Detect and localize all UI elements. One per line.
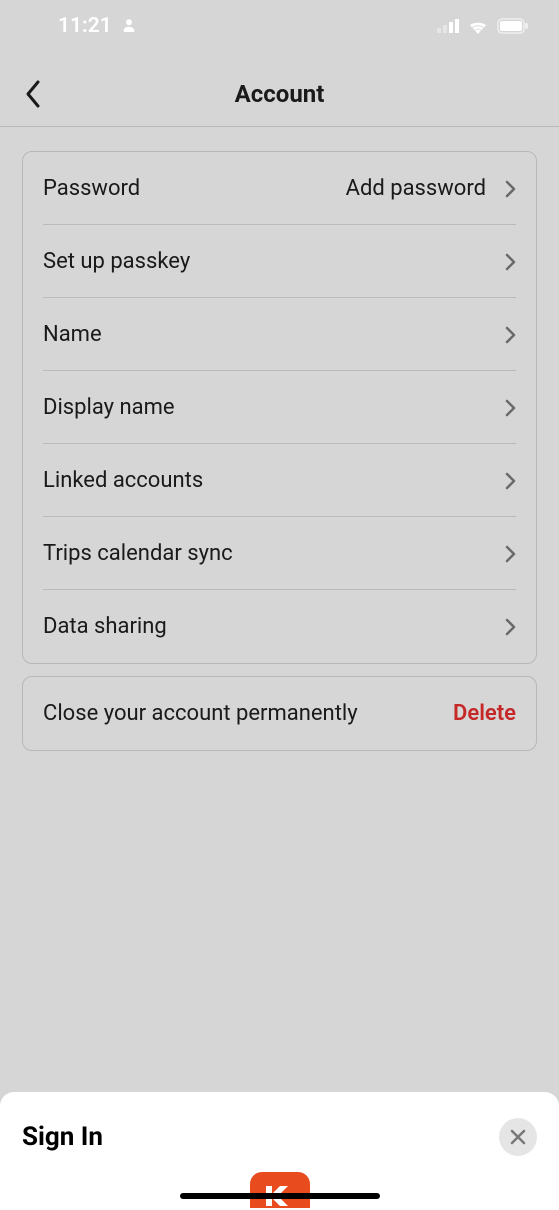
delete-action[interactable]: Delete (453, 701, 516, 726)
delete-account-row[interactable]: Close your account permanently Delete (23, 677, 536, 750)
row-value: Add password (346, 176, 486, 201)
close-button[interactable] (499, 1118, 537, 1156)
row-label: Data sharing (43, 614, 504, 639)
row-label: Name (43, 322, 504, 347)
chevron-right-icon (504, 179, 516, 199)
settings-row-password[interactable]: Password Add password (23, 152, 536, 225)
app-icon (250, 1172, 310, 1208)
settings-row-data-sharing[interactable]: Data sharing (23, 590, 536, 663)
wifi-icon (467, 18, 489, 34)
row-label: Linked accounts (43, 468, 504, 493)
page-title: Account (20, 80, 539, 108)
close-icon (510, 1129, 526, 1145)
nav-header: Account (0, 50, 559, 127)
row-label: Set up passkey (43, 249, 504, 274)
row-label: Password (43, 176, 346, 201)
person-icon (120, 17, 138, 35)
settings-row-trips-calendar[interactable]: Trips calendar sync (23, 517, 536, 590)
chevron-left-icon (25, 80, 41, 108)
chevron-right-icon (504, 252, 516, 272)
status-bar: 11:21 (0, 0, 559, 50)
home-indicator[interactable] (180, 1193, 380, 1199)
back-button[interactable] (18, 79, 48, 109)
row-label: Trips calendar sync (43, 541, 504, 566)
settings-row-passkey[interactable]: Set up passkey (23, 225, 536, 298)
status-left: 11:21 (58, 14, 138, 38)
row-label: Display name (43, 395, 504, 420)
chevron-right-icon (504, 398, 516, 418)
battery-icon (497, 18, 529, 34)
settings-row-display-name[interactable]: Display name (23, 371, 536, 444)
signal-icon (437, 19, 459, 33)
chevron-right-icon (504, 544, 516, 564)
sheet-header: Sign In (22, 1118, 537, 1156)
delete-section: Close your account permanently Delete (22, 676, 537, 751)
chevron-right-icon (504, 617, 516, 637)
chevron-right-icon (504, 471, 516, 491)
status-time: 11:21 (58, 14, 112, 38)
chevron-right-icon (504, 325, 516, 345)
settings-row-linked-accounts[interactable]: Linked accounts (23, 444, 536, 517)
settings-row-name[interactable]: Name (23, 298, 536, 371)
sheet-title: Sign In (22, 1122, 103, 1152)
settings-list: Password Add password Set up passkey Nam… (22, 151, 537, 664)
delete-label: Close your account permanently (43, 701, 453, 726)
status-right (437, 18, 529, 34)
